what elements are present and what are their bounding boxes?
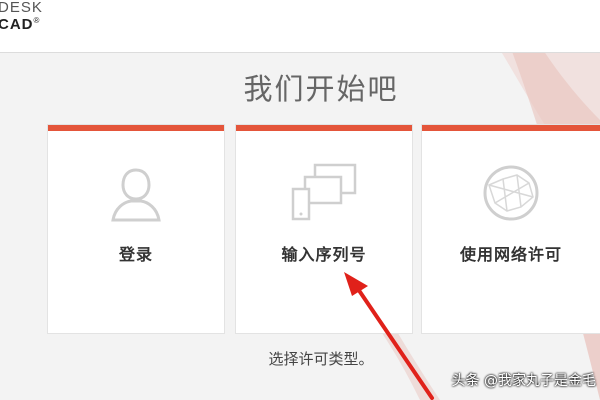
license-type-prompt: 选择许可类型。 [268,350,374,368]
network-license-option[interactable]: 使用网络许可 [422,125,600,333]
logo-product-name: CAD [0,16,34,33]
network-license-label: 使用网络许可 [459,245,562,264]
logo-text-line2: CAD® [0,16,43,33]
registered-mark: ® [33,16,41,25]
page-title: 我们开始吧 [243,72,399,106]
autodesk-logo: DESK CAD® [0,0,43,32]
license-start-screen: DESK CAD® 我们开始吧 登录 输入序列号 使用网络许可 选择许可类型。 … [0,0,600,400]
network-globe-icon [422,161,600,225]
sign-in-option[interactable]: 登录 [48,125,224,333]
enter-serial-option[interactable]: 输入序列号 [236,125,412,333]
sign-in-label: 登录 [118,245,153,264]
watermark-text: 头条 @我家丸子是金毛 [451,373,596,389]
top-bar: DESK CAD® [0,0,600,53]
devices-icon [236,161,412,225]
logo-text-line1: DESK [0,0,43,16]
user-icon [48,161,224,225]
enter-serial-label: 输入序列号 [281,245,367,264]
